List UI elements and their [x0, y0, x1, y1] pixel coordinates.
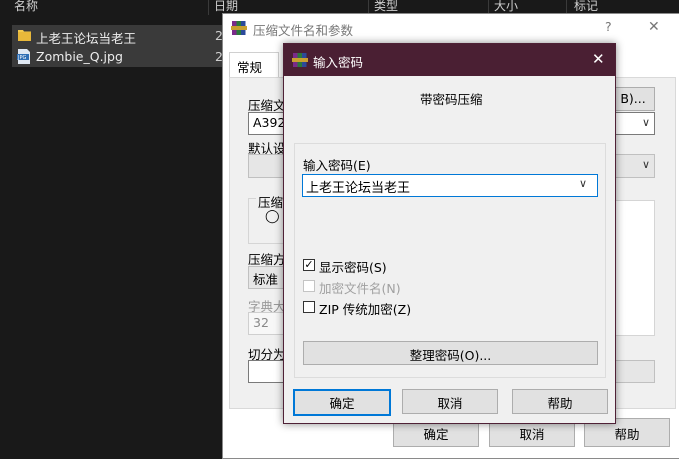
encrypt-filenames-checkbox[interactable] — [303, 280, 315, 292]
chevron-down-icon: ∨ — [641, 116, 650, 129]
close-icon[interactable]: ✕ — [592, 50, 605, 68]
update-mode-dropdown[interactable]: ∨ — [613, 154, 655, 178]
dialog-heading: 带密码压缩 — [420, 92, 483, 107]
split-unit-dropdown[interactable] — [613, 360, 655, 383]
dialog-title: 输入密码 — [313, 55, 364, 70]
svg-text:JPG: JPG — [17, 55, 26, 61]
column-header-name[interactable]: 名称 — [14, 0, 38, 14]
show-password-checkbox[interactable]: ✓ — [303, 259, 315, 271]
file-name: 上老王论坛当老王 — [36, 31, 137, 46]
close-icon[interactable]: ✕ — [648, 19, 660, 35]
folder-icon — [18, 28, 31, 41]
help-button[interactable]: 帮助 — [512, 389, 608, 414]
password-input[interactable]: 上老王论坛当老王 ∨ — [302, 174, 598, 197]
dialog-title: 压缩文件名和参数 — [253, 23, 354, 38]
options-area — [613, 200, 655, 336]
winrar-icon — [292, 52, 308, 68]
browse-button[interactable]: B)... — [611, 87, 655, 111]
chevron-down-icon: ∨ — [641, 158, 650, 171]
column-header-type[interactable]: 类型 — [374, 0, 398, 14]
file-row[interactable]: JPG Zombie_Q.jpg 2 — [12, 46, 230, 67]
archive-name-dropdown[interactable]: ∨ — [613, 112, 655, 135]
file-row[interactable]: 上老王论坛当老王 2 — [12, 25, 230, 46]
winrar-icon — [231, 20, 247, 36]
tab-general[interactable]: 常规 — [229, 52, 279, 78]
cancel-button[interactable]: 取消 — [402, 389, 498, 414]
column-divider[interactable] — [208, 0, 209, 15]
chevron-down-icon[interactable]: ∨ — [579, 177, 587, 190]
help-icon[interactable]: ? — [605, 19, 612, 34]
format-radio[interactable]: ◯ — [265, 209, 280, 224]
organize-passwords-button[interactable]: 整理密码(O)... — [303, 341, 598, 365]
zip-legacy-encryption-label: ZIP 传统加密(Z) — [319, 302, 412, 317]
password-dialog-titlebar[interactable]: 输入密码 ✕ — [284, 44, 615, 76]
column-header-tags[interactable]: 标记 — [574, 0, 598, 14]
jpg-file-icon: JPG — [17, 49, 31, 64]
column-header-size[interactable]: 大小 — [494, 0, 518, 14]
ok-button[interactable]: 确定 — [293, 389, 391, 416]
password-label: 输入密码(E) — [303, 158, 371, 173]
show-password-label: 显示密码(S) — [319, 260, 387, 275]
column-header-date[interactable]: 日期 — [214, 0, 238, 14]
file-name: Zombie_Q.jpg — [36, 49, 123, 64]
zip-legacy-encryption-checkbox[interactable] — [303, 301, 315, 313]
password-dialog: 输入密码 ✕ 带密码压缩 输入密码(E) 上老王论坛当老王 ∨ ✓ 显示密码(S… — [283, 43, 616, 424]
encrypt-filenames-label: 加密文件名(N) — [319, 281, 401, 296]
checkmark-icon: ✓ — [304, 258, 314, 271]
